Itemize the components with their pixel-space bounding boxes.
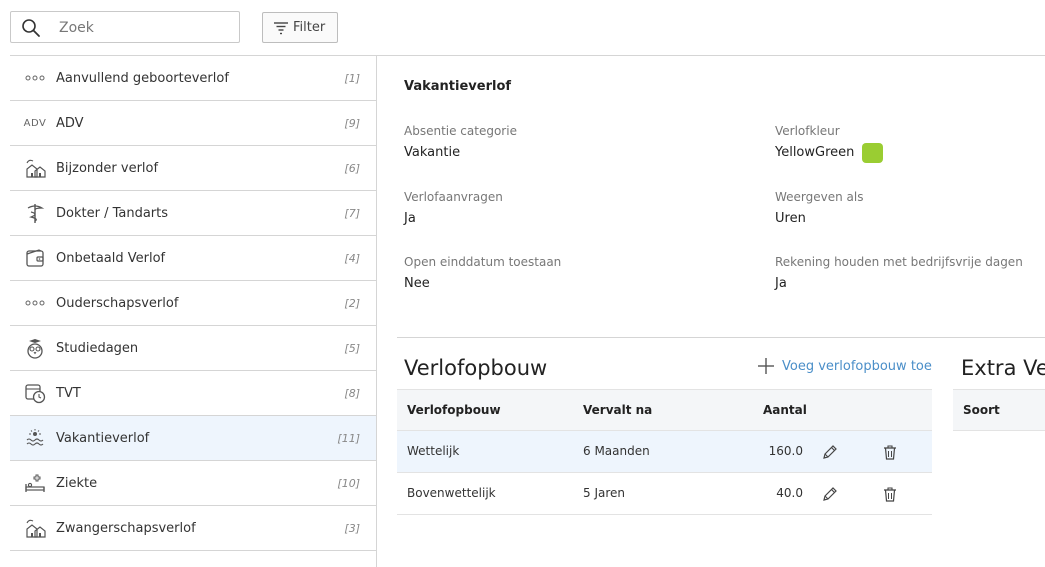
header-verlofopbouw: Verlofopbouw: [407, 403, 501, 417]
extra-verlof-table-header: Soort: [953, 389, 1045, 431]
bedrijfsvrije-dagen-label: Rekening houden met bedrijfsvrije dagen: [775, 255, 1023, 269]
list-item-count: [8]: [344, 386, 360, 400]
verlof-type-list: Aanvullend geboorteverlof [1] ADV ADV [9…: [10, 56, 377, 567]
absentie-categorie-label: Absentie categorie: [404, 124, 517, 138]
search-box[interactable]: [10, 11, 240, 43]
header-aantal: Aantal: [763, 403, 807, 417]
list-item-tvt[interactable]: TVT [8]: [10, 371, 376, 416]
extra-verlof-title: Extra Verlof: [961, 356, 1045, 380]
verlofopbouw-table: Verlofopbouw Vervalt na Aantal Wettelijk…: [397, 389, 932, 515]
open-einddatum-label: Open einddatum toestaan: [404, 255, 562, 269]
verlofaanvragen-value: Ja: [404, 211, 416, 226]
dots-icon: [24, 67, 46, 89]
list-item-label: Ziekte: [56, 475, 98, 491]
cell-vervalt: 5 Jaren: [583, 486, 625, 500]
caduceus-icon: [24, 202, 46, 224]
color-swatch: [862, 143, 883, 163]
list-item-zwangerschapsverlof[interactable]: Zwangerschapsverlof [3]: [10, 506, 376, 551]
beach-icon: [24, 427, 46, 449]
list-item-aanvullend-geboorteverlof[interactable]: Aanvullend geboorteverlof [1]: [10, 56, 376, 101]
house-icon: [24, 157, 46, 179]
weergeven-als-value: Uren: [775, 211, 806, 226]
bedrijfsvrije-dagen-value: Ja: [775, 276, 787, 291]
list-item-dokter-tandarts[interactable]: Dokter / Tandarts [7]: [10, 191, 376, 236]
list-item-count: [7]: [344, 206, 360, 220]
list-item-label: Zwangerschapsverlof: [56, 520, 196, 536]
list-item-bijzonder-verlof[interactable]: Bijzonder verlof [6]: [10, 146, 376, 191]
list-item-count: [2]: [344, 296, 360, 310]
list-item-label: TVT: [56, 385, 81, 401]
list-item-ouderschapsverlof[interactable]: Ouderschapsverlof [2]: [10, 281, 376, 326]
list-item-count: [6]: [344, 161, 360, 175]
dots-icon: [24, 292, 46, 314]
list-item-count: [5]: [344, 341, 360, 355]
list-item-studiedagen[interactable]: Studiedagen [5]: [10, 326, 376, 371]
cell-name: Wettelijk: [407, 444, 460, 458]
list-item-count: [3]: [344, 521, 360, 535]
list-item-count: [11]: [337, 431, 360, 445]
absentie-categorie-value: Vakantie: [404, 145, 461, 160]
trash-icon[interactable]: [881, 443, 899, 461]
list-item-label: Onbetaald Verlof: [56, 250, 166, 266]
list-item-label: Bijzonder verlof: [56, 160, 159, 176]
add-verlofopbouw-label: Voeg verlofopbouw toe: [782, 358, 932, 374]
plus-icon: [758, 358, 774, 374]
verlofkleur-value: YellowGreen: [775, 145, 855, 160]
table-header: Verlofopbouw Vervalt na Aantal: [397, 389, 932, 431]
owl-icon: [24, 337, 46, 359]
house-icon: [24, 517, 46, 539]
add-verlofopbouw-button[interactable]: Voeg verlofopbouw toe: [757, 357, 932, 375]
verlofopbouw-title: Verlofopbouw: [404, 356, 548, 380]
sickbed-icon: [24, 472, 46, 494]
header-soort: Soort: [963, 403, 1000, 417]
weergeven-als-label: Weergeven als: [775, 190, 864, 204]
pencil-icon[interactable]: [821, 485, 839, 503]
filter-button[interactable]: Filter: [262, 12, 338, 43]
pencil-icon[interactable]: [821, 443, 839, 461]
detail-title: Vakantieverlof: [404, 79, 512, 94]
section-divider: [397, 337, 1045, 338]
search-input[interactable]: [59, 17, 229, 39]
list-item-adv[interactable]: ADV ADV [9]: [10, 101, 376, 146]
list-item-onbetaald-verlof[interactable]: Onbetaald Verlof [4]: [10, 236, 376, 281]
list-item-label: Studiedagen: [56, 340, 139, 356]
cell-name: Bovenwettelijk: [407, 486, 496, 500]
list-item-count: [1]: [344, 71, 360, 85]
list-item-count: [9]: [344, 116, 360, 130]
table-row[interactable]: Wettelijk 6 Maanden 160.0: [397, 431, 932, 473]
list-item-count: [10]: [337, 476, 360, 490]
trash-icon[interactable]: [881, 485, 899, 503]
list-item-vakantieverlof[interactable]: Vakantieverlof [11]: [10, 416, 376, 461]
extra-verlof-title-clip: Extra Verlof: [953, 350, 1045, 390]
header-vervalt-na: Vervalt na: [583, 403, 653, 417]
table-row[interactable]: Bovenwettelijk 5 Jaren 40.0: [397, 473, 932, 515]
verlofaanvragen-label: Verlofaanvragen: [404, 190, 503, 204]
list-item-label: Dokter / Tandarts: [56, 205, 169, 221]
list-item-ziekte[interactable]: Ziekte [10]: [10, 461, 376, 506]
adv-text-icon: ADV: [23, 117, 47, 129]
cell-aantal: 160.0: [768, 444, 803, 458]
verlofkleur-label: Verlofkleur: [775, 124, 840, 138]
cell-vervalt: 6 Maanden: [583, 444, 650, 458]
cell-aantal: 40.0: [776, 486, 803, 500]
calendar-clock-icon: [24, 382, 46, 404]
list-item-label: Aanvullend geboorteverlof: [56, 70, 229, 86]
open-einddatum-value: Nee: [404, 276, 430, 291]
search-icon: [22, 19, 40, 37]
filter-label: Filter: [293, 20, 326, 35]
filter-icon: [274, 21, 288, 34]
list-item-label: ADV: [56, 115, 84, 131]
wallet-icon: [24, 247, 46, 269]
list-item-label: Vakantieverlof: [56, 430, 150, 446]
list-item-label: Ouderschapsverlof: [56, 295, 179, 311]
list-item-count: [4]: [344, 251, 360, 265]
